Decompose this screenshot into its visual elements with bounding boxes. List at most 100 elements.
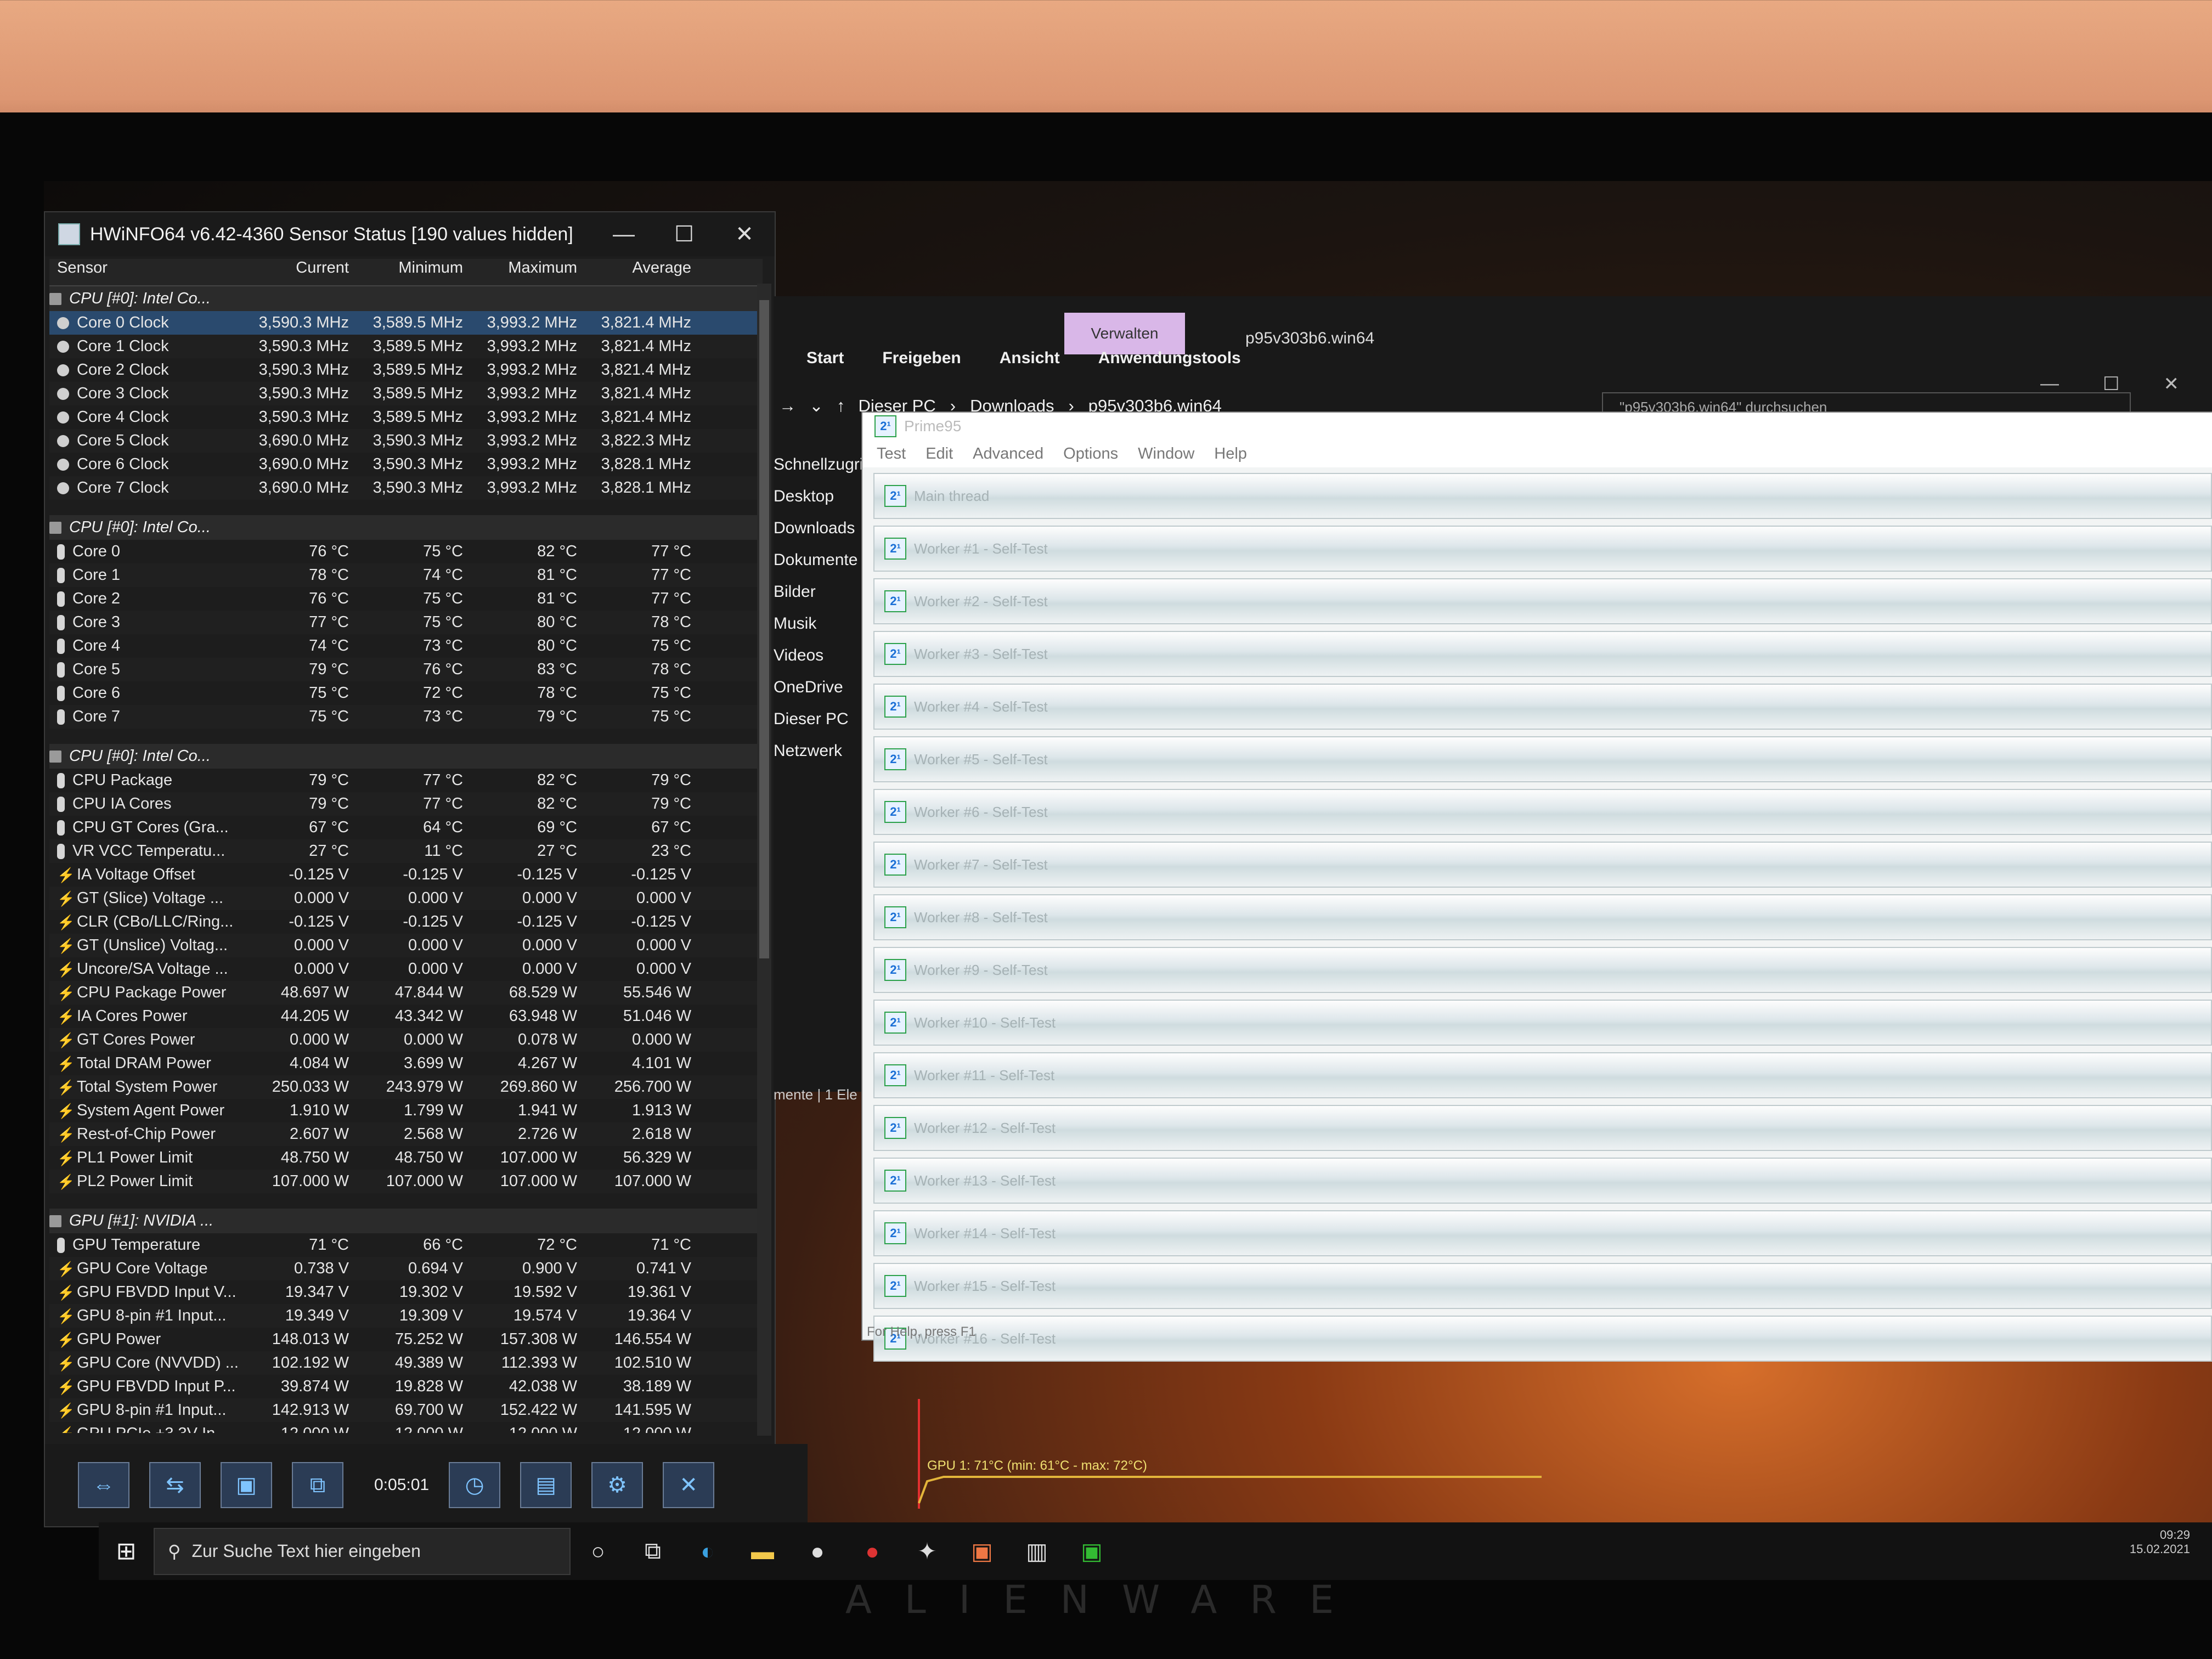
clock-time[interactable]: 09:29: [2130, 1528, 2190, 1542]
col-header-average[interactable]: Average: [584, 259, 698, 285]
sensor-group-header[interactable]: GPU [#1]: NVIDIA ...: [49, 1209, 763, 1233]
worker-window[interactable]: 2¹ Worker #6 - Self-Test: [873, 789, 2212, 835]
sensor-row[interactable]: Core 0 Clock 3,590.3 MHz 3,589.5 MHz 3,993.…: [49, 311, 763, 335]
menu-advanced[interactable]: Advanced: [973, 445, 1043, 463]
sensor-group-header[interactable]: CPU [#0]: Intel Co...: [49, 744, 763, 769]
sensor-group-header[interactable]: CPU [#0]: Intel Co...: [49, 286, 763, 311]
clock-icon[interactable]: ◷: [449, 1462, 501, 1508]
close-icon[interactable]: ✕: [714, 222, 775, 247]
col-header-sensor[interactable]: Sensor: [49, 259, 241, 285]
clock-date[interactable]: 15.02.2021: [2130, 1542, 2190, 1556]
minimize-icon[interactable]: —: [594, 222, 654, 247]
windows-start-icon[interactable]: ⊞: [99, 1537, 154, 1565]
app-icon-dark[interactable]: ●: [790, 1538, 845, 1565]
worker-window[interactable]: 2¹ Main thread: [873, 473, 2212, 519]
sensor-row[interactable]: VR VCC Temperatu... 27 °C 11 °C 27 °C 23 °C: [49, 839, 763, 863]
up-arrow-icon[interactable]: ↑: [837, 396, 845, 416]
sensor-row[interactable]: GPU Temperature 71 °C 66 °C 72 °C 71 °C: [49, 1233, 763, 1257]
sensor-row[interactable]: ⚡ GT (Unslice) Voltag... 0.000 V 0.000 V 0.0…: [49, 934, 763, 957]
menu-options[interactable]: Options: [1063, 445, 1118, 463]
sensor-row[interactable]: Core 1 Clock 3,590.3 MHz 3,589.5 MHz 3,993.…: [49, 335, 763, 358]
app-icon-alien[interactable]: ✦: [900, 1538, 955, 1565]
worker-window[interactable]: 2¹ Worker #12 - Self-Test: [873, 1105, 2212, 1151]
sensor-row[interactable]: Core 2 76 °C 75 °C 81 °C 77 °C: [49, 587, 763, 611]
worker-window[interactable]: 2¹ Worker #15 - Self-Test: [873, 1263, 2212, 1309]
worker-window[interactable]: 2¹ Worker #5 - Self-Test: [873, 736, 2212, 782]
sensor-row[interactable]: Core 4 74 °C 73 °C 80 °C 75 °C: [49, 634, 763, 658]
worker-window[interactable]: 2¹ Worker #11 - Self-Test: [873, 1052, 2212, 1098]
worker-window[interactable]: 2¹ Worker #16 - Self-Test: [873, 1316, 2212, 1362]
task-view-icon[interactable]: ⧉: [625, 1538, 680, 1565]
sensor-row[interactable]: Core 6 Clock 3,690.0 MHz 3,590.3 MHz 3,993.…: [49, 453, 763, 476]
collapse-arrows-icon[interactable]: ⇆: [149, 1462, 201, 1508]
sensor-row[interactable]: ⚡ IA Voltage Offset -0.125 V -0.125 V -0.125…: [49, 863, 763, 887]
col-header-maximum[interactable]: Maximum: [470, 259, 584, 285]
tab-freigeben[interactable]: Freigeben: [882, 349, 961, 368]
sensor-row[interactable]: Core 3 77 °C 75 °C 80 °C 78 °C: [49, 611, 763, 634]
sensor-row[interactable]: Core 0 76 °C 75 °C 82 °C 77 °C: [49, 540, 763, 563]
maximize-icon[interactable]: ☐: [654, 222, 714, 247]
sensor-row[interactable]: ⚡ Rest-of-Chip Power 2.607 W 2.568 W 2.726 W…: [49, 1122, 763, 1146]
sensor-row[interactable]: Core 7 75 °C 73 °C 79 °C 75 °C: [49, 705, 763, 729]
sensor-row[interactable]: ⚡ GT (Slice) Voltage ... 0.000 V 0.000 V 0.0…: [49, 887, 763, 910]
sensor-row[interactable]: Core 3 Clock 3,590.3 MHz 3,589.5 MHz 3,993.…: [49, 382, 763, 405]
sensor-scrollbar[interactable]: [757, 284, 771, 1436]
worker-window[interactable]: 2¹ Worker #8 - Self-Test: [873, 894, 2212, 940]
app-icon-red[interactable]: ●: [845, 1538, 900, 1565]
close-x-icon[interactable]: ✕: [663, 1462, 715, 1508]
sensor-row[interactable]: ⚡ GPU Core Voltage 0.738 V 0.694 V 0.900 V 0.…: [49, 1257, 763, 1280]
report-icon[interactable]: ▤: [520, 1462, 572, 1508]
sensor-row[interactable]: ⚡ GPU FBVDD Input P... 39.874 W 19.828 W 42.…: [49, 1375, 763, 1398]
sensor-row[interactable]: ⚡ System Agent Power 1.910 W 1.799 W 1.941 W…: [49, 1099, 763, 1122]
tab-ansicht[interactable]: Ansicht: [1000, 349, 1060, 368]
hwinfo-taskbar-icon[interactable]: ▥: [1009, 1538, 1064, 1565]
sensor-row[interactable]: Core 5 79 °C 76 °C 83 °C 78 °C: [49, 658, 763, 681]
sensor-row[interactable]: ⚡ PL1 Power Limit 48.750 W 48.750 W 107.000 …: [49, 1146, 763, 1170]
hwinfo-titlebar[interactable]: HWiNFO64 v6.42-4360 Sensor Status [190 v…: [45, 212, 775, 256]
sensor-row[interactable]: CPU IA Cores 79 °C 77 °C 82 °C 79 °C: [49, 792, 763, 816]
col-header-minimum[interactable]: Minimum: [356, 259, 470, 285]
worker-window[interactable]: 2¹ Worker #2 - Self-Test: [873, 578, 2212, 624]
prime95-titlebar[interactable]: 2¹ Prime95: [862, 413, 2212, 440]
settings-gear-icon[interactable]: ⚙: [591, 1462, 644, 1508]
expand-arrows-icon[interactable]: ⇔: [78, 1462, 129, 1508]
worker-window[interactable]: 2¹ Worker #14 - Self-Test: [873, 1210, 2212, 1256]
sensor-row[interactable]: ⚡ GPU Core (NVVDD) ... 102.192 W 49.389 W 11…: [49, 1351, 763, 1375]
sensor-row[interactable]: ⚡ Total System Power 250.033 W 243.979 W 269…: [49, 1075, 763, 1099]
tab-anwendungstools[interactable]: Anwendungstools: [1098, 349, 1241, 368]
sensor-row[interactable]: ⚡ GPU Power 148.013 W 75.252 W 157.308 W 146.…: [49, 1328, 763, 1351]
menu-test[interactable]: Test: [877, 445, 906, 463]
edge-icon[interactable]: ◐: [680, 1538, 735, 1565]
tab-verwalten[interactable]: Verwalten: [1064, 313, 1185, 354]
sensor-row[interactable]: ⚡ GT Cores Power 0.000 W 0.000 W 0.078 W 0.00…: [49, 1028, 763, 1052]
sensor-row[interactable]: CPU GT Cores (Gra... 67 °C 64 °C 69 °C 67 °C: [49, 816, 763, 839]
sensor-row[interactable]: ⚡ PL2 Power Limit 107.000 W 107.000 W 107.00…: [49, 1170, 763, 1193]
sensor-row[interactable]: ⚡ GPU 8-pin #1 Input... 19.349 V 19.309 V 19…: [49, 1304, 763, 1328]
sensor-row[interactable]: ⚡ Total DRAM Power 4.084 W 3.699 W 4.267 W 4.…: [49, 1052, 763, 1075]
sensor-row[interactable]: CPU Package 79 °C 77 °C 82 °C 79 °C: [49, 769, 763, 792]
sensor-row[interactable]: ⚡ CLR (CBo/LLC/Ring... -0.125 V -0.125 V -0.…: [49, 910, 763, 934]
monitor-icon[interactable]: ▣: [221, 1462, 272, 1508]
sensor-group-header[interactable]: CPU [#0]: Intel Co...: [49, 515, 763, 540]
menu-help[interactable]: Help: [1214, 445, 1247, 463]
worker-window[interactable]: 2¹ Worker #7 - Self-Test: [873, 842, 2212, 888]
worker-window[interactable]: 2¹ Worker #4 - Self-Test: [873, 684, 2212, 730]
sensor-row[interactable]: ⚡ Uncore/SA Voltage ... 0.000 V 0.000 V 0.00…: [49, 957, 763, 981]
sensor-row[interactable]: Core 5 Clock 3,690.0 MHz 3,590.3 MHz 3,993.…: [49, 429, 763, 453]
file-explorer-icon[interactable]: ▬: [735, 1538, 790, 1565]
sensor-row[interactable]: ⚡ CPU Package Power 48.697 W 47.844 W 68.529…: [49, 981, 763, 1005]
tab-start[interactable]: Start: [806, 349, 844, 368]
worker-window[interactable]: 2¹ Worker #9 - Self-Test: [873, 947, 2212, 993]
sensor-row[interactable]: ⚡ GPU 8-pin #1 Input... 142.913 W 69.700 W 1…: [49, 1398, 763, 1422]
sensor-row[interactable]: Core 6 75 °C 72 °C 78 °C 75 °C: [49, 681, 763, 705]
prime95-taskbar-icon[interactable]: ▣: [1064, 1538, 1119, 1565]
sensor-row[interactable]: ⚡ IA Cores Power 44.205 W 43.342 W 63.948 W 5…: [49, 1005, 763, 1028]
sensor-row[interactable]: Core 1 78 °C 74 °C 81 °C 77 °C: [49, 563, 763, 587]
back-arrow-icon[interactable]: →: [779, 396, 796, 416]
menu-edit[interactable]: Edit: [926, 445, 953, 463]
recent-dropdown-icon[interactable]: ⌄: [809, 396, 823, 416]
network-icon[interactable]: ⧉: [292, 1462, 343, 1508]
sensor-row[interactable]: ⚡ GPU FBVDD Input V... 19.347 V 19.302 V 19.…: [49, 1280, 763, 1304]
app-icon-orange[interactable]: ▣: [955, 1538, 1009, 1565]
sensor-row[interactable]: Core 7 Clock 3,690.0 MHz 3,590.3 MHz 3,993.…: [49, 476, 763, 500]
